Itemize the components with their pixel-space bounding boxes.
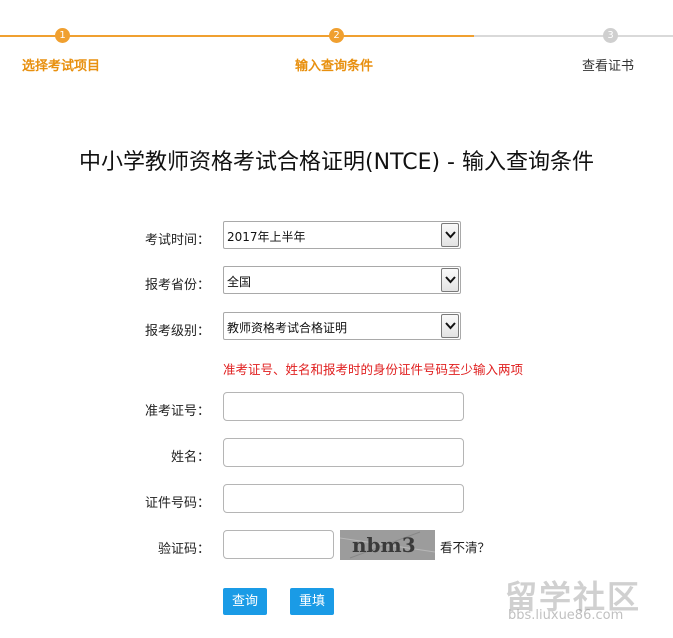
level-value: 教师资格考试合格证明 (227, 321, 348, 335)
captcha-input[interactable] (223, 530, 334, 559)
captcha-image[interactable]: nbm3 (340, 530, 435, 560)
id-number-input[interactable] (223, 484, 464, 513)
step-progress: 1 选择考试项目 2 输入查询条件 3 查看证书 (0, 0, 673, 80)
step-3-indicator: 3 (603, 28, 618, 43)
level-select[interactable]: 教师资格考试合格证明 (223, 312, 461, 340)
exam-time-select[interactable]: 2017年上半年 (223, 221, 461, 249)
captcha-label: 验证码： (157, 542, 210, 557)
exam-time-value: 2017年上半年 (227, 230, 306, 244)
province-value: 全国 (227, 275, 252, 289)
name-input[interactable] (223, 438, 464, 467)
step-2-label: 输入查询条件 (295, 59, 374, 74)
chevron-down-icon[interactable] (441, 314, 459, 338)
input-requirement-hint: 准考证号、姓名和报考时的身份证件号码至少输入两项 (223, 362, 524, 377)
step-1-label: 选择考试项目 (22, 59, 101, 74)
step-1-indicator: 1 (55, 28, 70, 43)
step-3-label: 查看证书 (582, 59, 635, 74)
exam-time-label: 考试时间： (144, 233, 210, 248)
captcha-image-text: nbm3 (352, 533, 416, 557)
province-label: 报考省份： (144, 278, 210, 293)
name-label: 姓名： (170, 450, 210, 465)
province-select[interactable]: 全国 (223, 266, 461, 294)
watermark-url: bbs.liuxue86.com (508, 608, 624, 623)
reset-button[interactable]: 重填 (290, 588, 335, 615)
page-title: 中小学教师资格考试合格证明(NTCE) - 输入查询条件 (79, 150, 594, 175)
id-number-label: 证件号码： (144, 496, 210, 511)
chevron-down-icon[interactable] (441, 268, 459, 292)
ticket-number-label: 准考证号： (144, 404, 210, 419)
progress-track-done (0, 35, 474, 37)
captcha-refresh-link[interactable]: 看不清？ (440, 537, 490, 556)
step-2-indicator: 2 (329, 28, 344, 43)
chevron-down-icon[interactable] (441, 223, 459, 247)
level-label: 报考级别： (144, 324, 210, 339)
ticket-number-input[interactable] (223, 392, 464, 421)
query-button[interactable]: 查询 (223, 588, 268, 615)
progress-track-todo (474, 35, 673, 37)
